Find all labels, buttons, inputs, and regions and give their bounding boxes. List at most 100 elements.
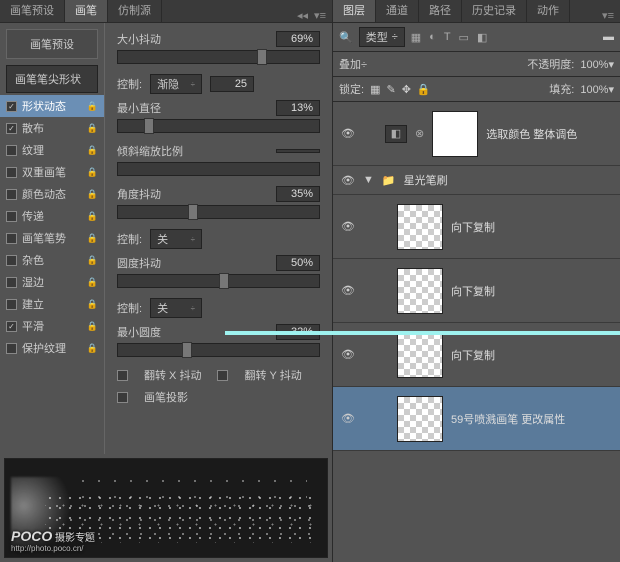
link-icon[interactable]: ⊗	[415, 127, 424, 140]
brush-option-checkbox[interactable]	[6, 211, 17, 222]
brush-option-checkbox[interactable]	[6, 189, 17, 200]
layer-thumbnail[interactable]	[397, 204, 443, 250]
flip-y-checkbox[interactable]	[217, 370, 228, 381]
tab-actions[interactable]: 动作	[527, 0, 570, 22]
tab-channels[interactable]: 通道	[376, 0, 419, 22]
visibility-icon[interactable]: 👁	[341, 220, 355, 233]
lock-icon[interactable]: 🔒	[87, 167, 98, 178]
filter-icon[interactable]: 🔍	[339, 31, 353, 44]
tab-brush-preset[interactable]: 画笔预设	[0, 0, 65, 22]
min-diameter-slider[interactable]	[117, 119, 320, 133]
lock-icon[interactable]: 🔒	[87, 101, 98, 112]
filter-toggle[interactable]: ▬	[603, 31, 614, 43]
layer-name[interactable]: 星光笔刷	[404, 172, 612, 188]
layer-thumbnail[interactable]	[397, 268, 443, 314]
layer-name[interactable]: 59号喷溅画笔 更改属性	[451, 411, 612, 427]
brush-option-9[interactable]: 建立🔒	[0, 293, 104, 315]
brush-option-2[interactable]: 纹理🔒	[0, 139, 104, 161]
size-control-dropdown[interactable]: 渐隐	[150, 74, 202, 94]
lock-icon[interactable]: 🔒	[87, 189, 98, 200]
brush-option-checkbox[interactable]	[6, 255, 17, 266]
brush-option-6[interactable]: 画笔笔势🔒	[0, 227, 104, 249]
visibility-icon[interactable]: 👁	[341, 348, 355, 361]
size-jitter-value[interactable]: 69%	[276, 31, 320, 47]
visibility-icon[interactable]: 👁	[341, 174, 355, 187]
brush-option-1[interactable]: 散布🔒	[0, 117, 104, 139]
layer-thumbnail[interactable]	[397, 332, 443, 378]
roundness-jitter-value[interactable]: 50%	[276, 255, 320, 271]
lock-icon[interactable]: 🔒	[87, 277, 98, 288]
flip-x-checkbox[interactable]	[117, 370, 128, 381]
roundness-jitter-slider[interactable]	[117, 274, 320, 288]
brush-option-checkbox[interactable]	[6, 145, 17, 156]
layer-name[interactable]: 选取颜色 整体调色	[486, 126, 612, 142]
size-jitter-slider[interactable]	[117, 50, 320, 64]
angle-jitter-slider[interactable]	[117, 205, 320, 219]
brush-option-3[interactable]: 双重画笔🔒	[0, 161, 104, 183]
size-control-steps[interactable]: 25	[210, 76, 254, 92]
folder-toggle-icon[interactable]: ▼	[363, 174, 374, 186]
filter-shape-icon[interactable]: ▭	[459, 31, 469, 44]
min-roundness-slider[interactable]	[117, 343, 320, 357]
mask-thumbnail[interactable]	[432, 111, 478, 157]
filter-adjust-icon[interactable]: ◐	[429, 31, 436, 44]
lock-trans-icon[interactable]: ▦	[370, 83, 380, 96]
brush-option-checkbox[interactable]	[6, 101, 17, 112]
fill-field[interactable]: 100%▾	[580, 83, 614, 96]
angle-control-dropdown[interactable]: 关	[150, 229, 202, 249]
opacity-field[interactable]: 100%▾	[580, 58, 614, 71]
brush-option-5[interactable]: 传递🔒	[0, 205, 104, 227]
tab-brush[interactable]: 画笔	[65, 0, 108, 22]
lock-icon[interactable]: 🔒	[87, 145, 98, 156]
collapse-icon[interactable]: ◂◂	[297, 9, 308, 22]
lock-icon[interactable]: 🔒	[87, 343, 98, 354]
layer-name[interactable]: 向下复制	[451, 347, 612, 363]
brush-option-checkbox[interactable]	[6, 321, 17, 332]
lock-icon[interactable]: 🔒	[87, 255, 98, 266]
brush-option-checkbox[interactable]	[6, 299, 17, 310]
tab-paths[interactable]: 路径	[419, 0, 462, 22]
brush-option-0[interactable]: 形状动态🔒	[0, 95, 104, 117]
panel-menu-icon[interactable]: ▾≡	[314, 9, 326, 22]
visibility-icon[interactable]: 👁	[341, 284, 355, 297]
layer-row[interactable]: 👁 向下复制	[333, 259, 620, 323]
layer-name[interactable]: 向下复制	[451, 219, 612, 235]
lock-all-icon[interactable]: 🔒	[417, 83, 431, 96]
brush-option-8[interactable]: 湿边🔒	[0, 271, 104, 293]
lock-icon[interactable]: 🔒	[87, 233, 98, 244]
tab-layers[interactable]: 图层	[333, 0, 376, 22]
layer-thumbnail[interactable]	[397, 396, 443, 442]
brush-option-11[interactable]: 保护纹理🔒	[0, 337, 104, 359]
visibility-icon[interactable]: 👁	[341, 412, 355, 425]
brush-option-10[interactable]: 平滑🔒	[0, 315, 104, 337]
panel-menu-icon[interactable]: ▾≡	[602, 9, 614, 22]
tab-history[interactable]: 历史记录	[462, 0, 527, 22]
angle-jitter-value[interactable]: 35%	[276, 186, 320, 202]
brush-option-checkbox[interactable]	[6, 343, 17, 354]
lock-icon[interactable]: 🔒	[87, 211, 98, 222]
min-diameter-value[interactable]: 13%	[276, 100, 320, 116]
layer-row[interactable]: 👁◧⊗选取颜色 整体调色	[333, 102, 620, 166]
roundness-control-dropdown[interactable]: 关	[150, 298, 202, 318]
brush-projection-checkbox[interactable]	[117, 392, 128, 403]
blend-mode-dropdown[interactable]: 叠加÷	[339, 56, 409, 72]
lock-icon[interactable]: 🔒	[87, 299, 98, 310]
filter-smart-icon[interactable]: ◧	[477, 31, 487, 44]
lock-paint-icon[interactable]: ✎	[386, 83, 395, 96]
brush-option-7[interactable]: 杂色🔒	[0, 249, 104, 271]
brush-option-checkbox[interactable]	[6, 233, 17, 244]
brush-presets-button[interactable]: 画笔预设	[6, 29, 98, 59]
layer-name[interactable]: 向下复制	[451, 283, 612, 299]
lock-icon[interactable]: 🔒	[87, 123, 98, 134]
brush-tip-shape[interactable]: 画笔笔尖形状	[6, 65, 98, 93]
brush-option-checkbox[interactable]	[6, 167, 17, 178]
filter-pixel-icon[interactable]: ▦	[411, 31, 421, 44]
layer-row[interactable]: 👁▼📁星光笔刷	[333, 166, 620, 195]
tab-clone-source[interactable]: 仿制源	[108, 0, 162, 22]
visibility-icon[interactable]: 👁	[341, 127, 355, 140]
filter-text-icon[interactable]: T	[444, 31, 451, 44]
brush-option-4[interactable]: 颜色动态🔒	[0, 183, 104, 205]
layer-row[interactable]: 👁 59号喷溅画笔 更改属性	[333, 387, 620, 451]
layer-row[interactable]: 👁 向下复制	[333, 195, 620, 259]
filter-kind-dropdown[interactable]: 类型÷	[359, 27, 405, 47]
